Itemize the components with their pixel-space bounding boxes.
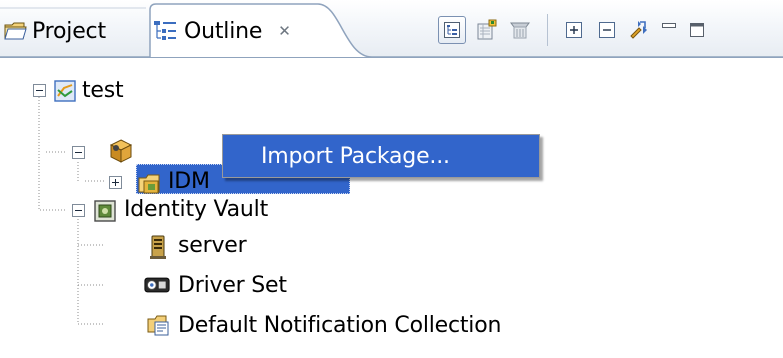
link-with-editor-button[interactable] [625,16,653,44]
tree-node-driver-set[interactable]: Driver Set [178,268,287,302]
tree-node-idm-label: IDM [168,168,210,194]
minimize-icon [662,23,676,28]
driver-set-icon [144,277,170,293]
tree-expander-identity-vault[interactable] [72,204,85,217]
tab-close-icon[interactable]: ✕ [278,22,291,40]
tree-node-package-catalog-label: Package Catalog [138,108,318,133]
minimize-view-button[interactable] [655,16,683,44]
tree-node-default-notification-collection-label: Default Notification Collection [178,312,502,338]
package-catalog-icon [109,139,133,163]
tree-node-test-label: test [82,77,124,103]
maximize-view-button[interactable] [683,16,711,44]
expand-all-icon [566,22,582,38]
tree-node-identity-vault[interactable]: Identity Vault [124,192,268,226]
tree-expander-idm[interactable] [109,176,122,189]
tab-project-label: Project [32,18,106,44]
filter-button[interactable] [506,16,534,44]
folder-icon [4,22,27,40]
outline-tree: test Package Catalog IDM Identity Vault [0,58,783,358]
expand-all-button[interactable] [560,16,588,44]
hierarchy-view-icon [444,22,460,38]
tree-expander-test[interactable] [33,84,46,97]
outline-icon [154,21,176,40]
list-view-icon [477,19,497,40]
tree-expander-package-catalog[interactable] [72,146,85,159]
toolbar-separator [547,14,548,46]
tab-outline[interactable]: Outline ✕ [152,14,291,48]
tree-node-server-label: server [178,232,247,258]
tree-node-server[interactable]: server [178,228,247,262]
filter-icon [510,22,530,39]
notification-collection-icon [147,315,169,336]
tree-node-default-notification-collection[interactable]: Default Notification Collection [178,308,501,342]
project-icon [54,80,76,102]
tab-outline-label: Outline [184,18,263,44]
tree-node-test[interactable]: test [82,73,124,107]
server-icon [150,235,166,259]
identity-vault-icon [94,200,116,222]
link-with-editor-icon [630,21,647,39]
tab-project[interactable]: Project [4,14,106,48]
tree-node-driver-set-label: Driver Set [178,272,287,298]
list-view-button[interactable] [473,16,501,44]
collapse-all-icon [599,22,615,38]
context-menu-item-import-package[interactable]: Import Package... [261,144,450,169]
view-tab-bar: Project Outline ✕ [0,0,783,58]
collapse-all-button[interactable] [593,16,621,44]
maximize-icon [690,23,704,37]
tree-node-identity-vault-label: Identity Vault [124,196,269,222]
hierarchy-view-button[interactable] [438,16,466,44]
context-menu: Import Package... [222,134,540,178]
